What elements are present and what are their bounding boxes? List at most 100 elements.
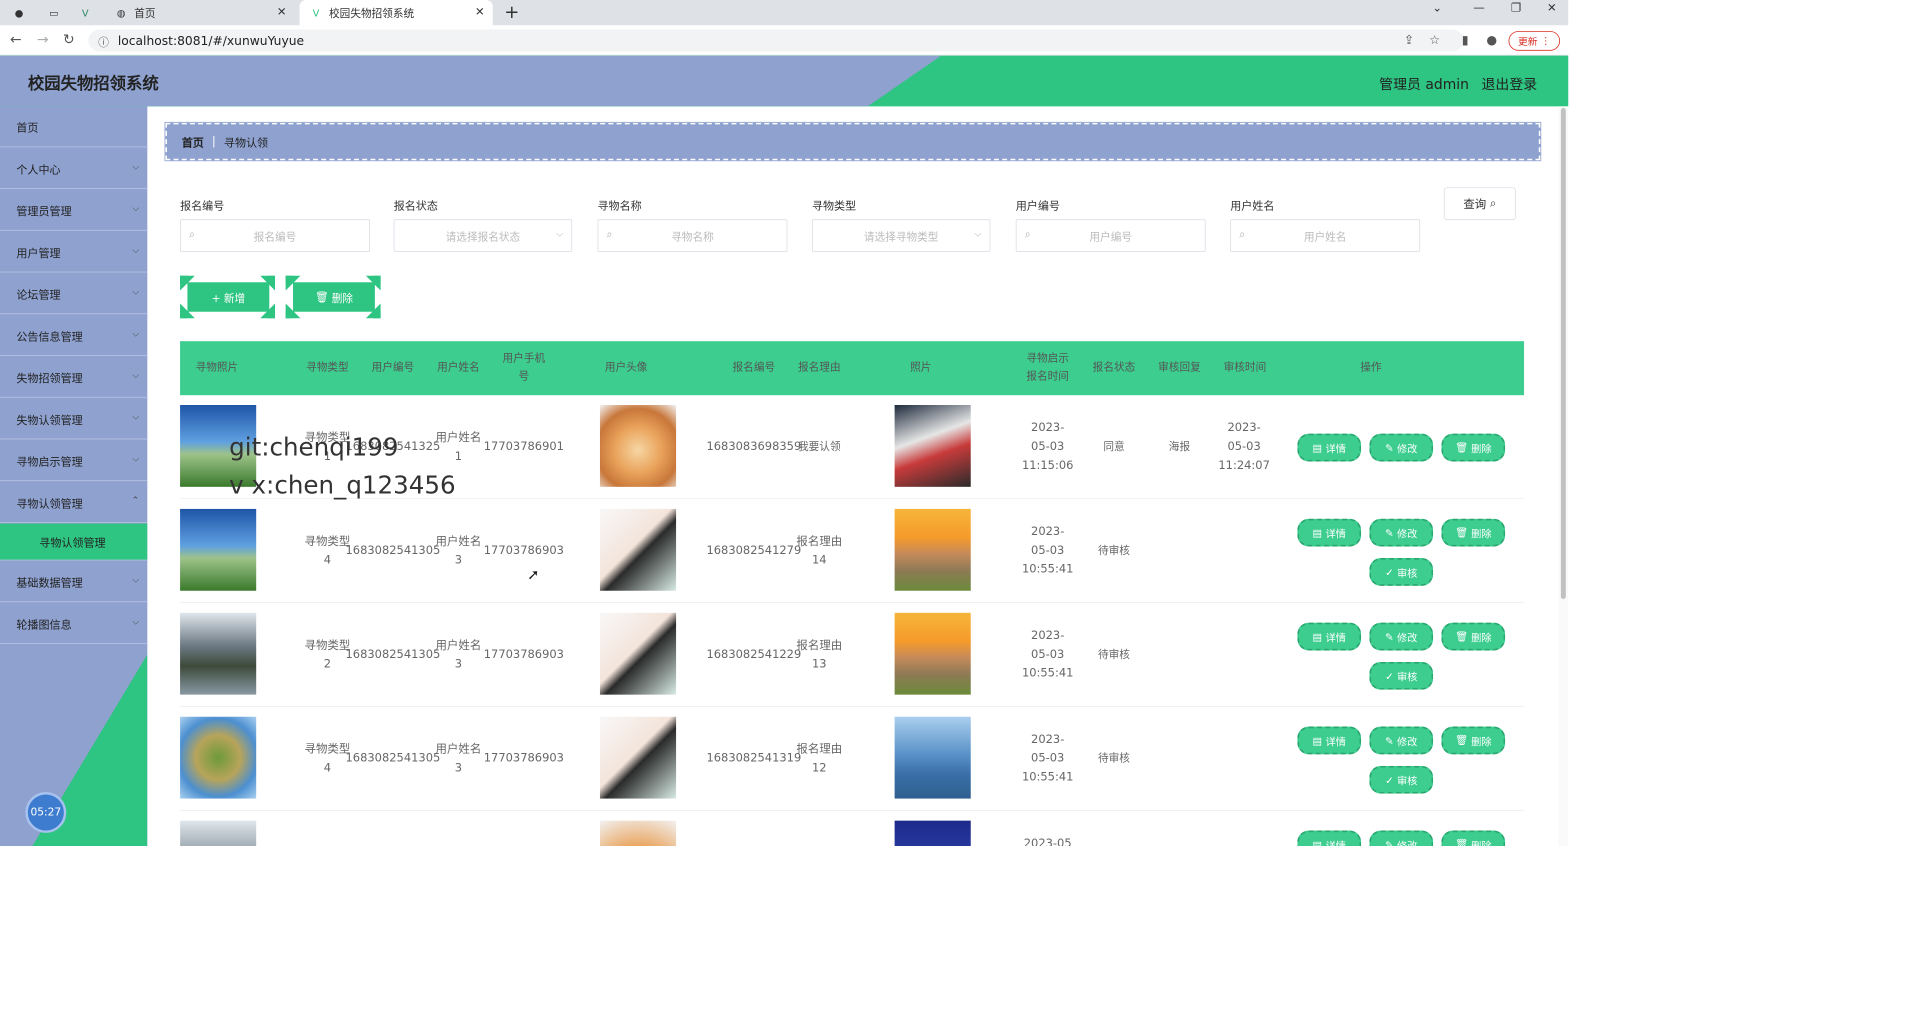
add-button[interactable]: + 新增: [187, 282, 270, 312]
detail-button[interactable]: ▤ 详情: [1297, 830, 1362, 847]
new-tab-icon[interactable]: +: [504, 2, 519, 22]
sidebar-item-search-claim[interactable]: 寻物认领管理 ⌃: [0, 482, 148, 523]
window-close-icon[interactable]: ✕: [1547, 2, 1557, 15]
user-avatar[interactable]: [599, 508, 677, 591]
item-type-select[interactable]: 请选择寻物类型 ⌵: [811, 219, 991, 253]
status-select[interactable]: 请选择报名状态 ⌵: [393, 219, 573, 253]
sidebar-item-lost-found[interactable]: 失物招领管理 ⌵: [0, 357, 148, 398]
column-header: 审核时间: [1223, 361, 1267, 374]
watermark-line: git:chenqi199: [229, 433, 399, 463]
scrollbar-thumb[interactable]: [1560, 108, 1566, 599]
info-icon[interactable]: ⓘ: [98, 34, 109, 49]
star-icon[interactable]: ☆: [1429, 33, 1440, 48]
item-photo[interactable]: [180, 716, 257, 799]
sidebar-item-search-notice[interactable]: 寻物启示管理 ⌵: [0, 440, 148, 482]
detail-button[interactable]: ▤ 详情: [1297, 433, 1362, 462]
close-icon[interactable]: ✕: [277, 6, 287, 19]
url-text: localhost:8081/#/xunwuYuyue: [117, 33, 305, 48]
sign-no: 1683082541319: [706, 751, 802, 766]
profile-icon[interactable]: ●: [1486, 33, 1497, 48]
sidebar-item-users[interactable]: 用户管理 ⌵: [0, 232, 148, 273]
sidebar-item-basic-data[interactable]: 基础数据管理 ⌵: [0, 561, 148, 603]
sidebar-item-notice[interactable]: 公告信息管理 ⌵: [0, 315, 148, 356]
user-avatar[interactable]: [599, 716, 677, 799]
edit-button[interactable]: ✎ 修改: [1369, 622, 1434, 651]
detail-label: 详情: [1325, 735, 1346, 748]
sidebar-item-carousel[interactable]: 轮播图信息 ⌵: [0, 603, 148, 644]
breadcrumb-home[interactable]: 首页: [182, 133, 204, 150]
sign-no-input[interactable]: ⌕ 报名编号: [180, 219, 370, 253]
user-no-input[interactable]: ⌕ 用户编号: [1015, 219, 1206, 253]
tab-list-icon[interactable]: ⌄: [1432, 2, 1442, 15]
tab-system[interactable]: V 校园失物招领系统 ✕: [299, 0, 493, 26]
edit-label: 修改: [1396, 839, 1418, 847]
audit-label: 审核: [1396, 566, 1418, 579]
tab-home[interactable]: ◍ 首页 ✕: [105, 0, 295, 25]
claim-photo[interactable]: [894, 612, 971, 695]
reload-icon[interactable]: ↻: [63, 32, 75, 48]
user-no: 1683082541305: [345, 751, 441, 766]
detail-button[interactable]: ▤ 详情: [1297, 518, 1362, 547]
button-corner: [285, 275, 301, 291]
delete-row-button[interactable]: 🗑︎ 删除: [1441, 726, 1506, 755]
sidebar-item-home[interactable]: 首页: [0, 106, 148, 148]
item-photo[interactable]: [180, 508, 257, 591]
sidebar-subitem-search-claim[interactable]: 寻物认领管理: [0, 523, 148, 561]
tab-vue[interactable]: V: [72, 0, 89, 25]
url-field[interactable]: ⓘ localhost:8081/#/xunwuYuyue: [88, 29, 1464, 52]
search-icon: ⌕: [189, 228, 196, 241]
close-icon[interactable]: ✕: [475, 6, 485, 19]
user-no: 1683082541305: [345, 648, 441, 662]
tab-blank[interactable]: ▭: [39, 0, 60, 25]
chevron-down-icon: ⌵: [132, 244, 140, 256]
edit-button[interactable]: ✎ 修改: [1369, 518, 1434, 547]
audit-button[interactable]: ✓ 审核: [1369, 661, 1434, 690]
tab-github[interactable]: ●: [5, 0, 24, 25]
sign-time: 2023-05-03 10:55:41: [1021, 525, 1074, 577]
side-panel-icon[interactable]: ▮: [1462, 33, 1469, 48]
edit-button[interactable]: ✎ 修改: [1369, 433, 1434, 462]
sidebar-item-forum[interactable]: 论坛管理 ⌵: [0, 273, 148, 315]
sidebar-item-label: 寻物认领管理: [16, 497, 83, 511]
sidebar-item-personal[interactable]: 个人中心 ⌵: [0, 148, 148, 190]
update-button[interactable]: 更新 ⋮: [1508, 31, 1561, 51]
forward-icon[interactable]: →: [37, 32, 49, 48]
delete-button[interactable]: 🗑︎ 删除: [293, 282, 375, 312]
detail-button[interactable]: ▤ 详情: [1297, 622, 1362, 651]
chevron-down-icon: ⌵: [132, 411, 140, 423]
user-avatar[interactable]: [599, 405, 677, 487]
button-corner: [365, 303, 381, 319]
edit-button[interactable]: ✎ 修改: [1369, 726, 1434, 755]
item-photo[interactable]: [180, 612, 257, 695]
column-header: 报名状态: [1092, 361, 1136, 374]
sidebar-item-lost-claim[interactable]: 失物认领管理 ⌵: [0, 398, 148, 440]
sign-time: 2023-05-03 10:55:41: [1021, 733, 1074, 784]
sidebar-item-admin[interactable]: 管理员管理 ⌵: [0, 190, 148, 231]
item-name-input[interactable]: ⌕ 寻物名称: [597, 219, 788, 253]
audit-button[interactable]: ✓ 审核: [1369, 558, 1434, 586]
breadcrumb-current: 寻物认领: [223, 136, 269, 150]
delete-row-button[interactable]: 🗑︎ 删除: [1441, 622, 1506, 651]
claim-photo[interactable]: [894, 405, 971, 487]
delete-row-button[interactable]: 🗑︎ 删除: [1441, 830, 1506, 847]
claim-photo[interactable]: [894, 508, 971, 591]
user-avatar[interactable]: [599, 612, 677, 695]
claim-photo[interactable]: [894, 820, 971, 847]
claim-photo[interactable]: [894, 716, 971, 799]
user-avatar[interactable]: [599, 820, 677, 847]
logout-link[interactable]: 退出登录: [1481, 73, 1537, 93]
query-button[interactable]: 查询 ⌕: [1443, 187, 1516, 221]
minimize-icon[interactable]: —: [1473, 2, 1484, 15]
restore-icon[interactable]: ❐: [1511, 2, 1521, 15]
share-icon[interactable]: ⇪: [1404, 33, 1414, 48]
user-name-input[interactable]: ⌕ 用户姓名: [1230, 219, 1421, 253]
sidebar-item-label: 个人中心: [16, 163, 61, 177]
audit-button[interactable]: ✓ 审核: [1369, 765, 1434, 794]
sidebar-item-label: 管理员管理: [16, 204, 72, 219]
item-photo[interactable]: [180, 820, 257, 847]
detail-button[interactable]: ▤ 详情: [1297, 726, 1362, 755]
back-icon[interactable]: ←: [10, 32, 22, 48]
delete-row-button[interactable]: 🗑︎ 删除: [1441, 518, 1506, 547]
delete-row-button[interactable]: 🗑︎ 删除: [1441, 433, 1506, 462]
edit-button[interactable]: ✎ 修改: [1369, 830, 1434, 847]
